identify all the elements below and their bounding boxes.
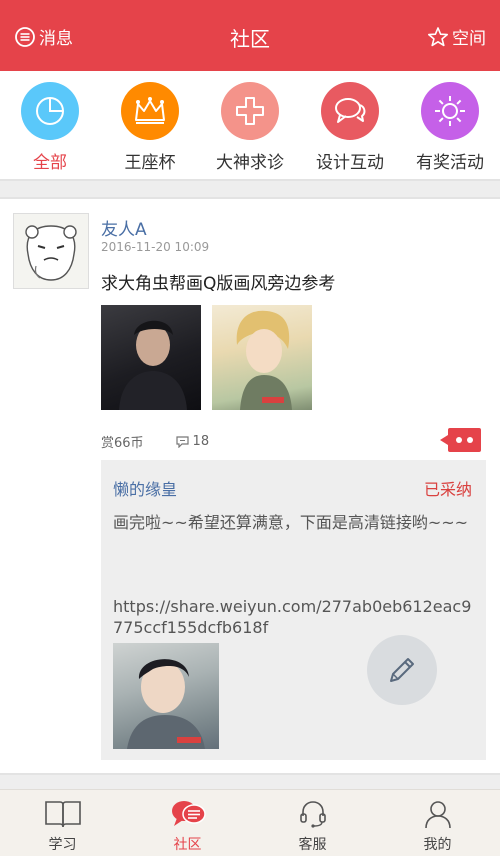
tab-customer-service[interactable]: 客服 (250, 790, 375, 856)
more-dot-icon (467, 437, 473, 443)
accepted-reply[interactable]: 懒的缘皇 已采纳 画完啦~~希望还算满意，下面是高清链接哟~~~ https:/… (101, 460, 486, 760)
category-label: 有奖活动 (416, 153, 484, 173)
category-all[interactable]: 全部 (0, 71, 100, 179)
medical-cross-icon (221, 82, 279, 140)
sun-icon (421, 82, 479, 140)
post-content: 求大角虫帮画Q版画风旁边参考 (101, 274, 336, 294)
pie-chart-icon (21, 82, 79, 140)
category-design-interaction[interactable]: 设计互动 (300, 71, 400, 179)
tab-community[interactable]: 社区 (125, 790, 250, 856)
comment-count-value: 18 (192, 434, 210, 449)
tab-label: 社区 (173, 837, 202, 853)
top-app-bar: 消息 社区 空间 (0, 0, 500, 71)
more-dot-icon (456, 437, 462, 443)
reply-author[interactable]: 懒的缘皇 (113, 476, 177, 500)
reply-link[interactable]: https://share.weiyun.com/277ab0eb612eac9… (113, 596, 473, 638)
book-icon (44, 799, 82, 829)
chat-bubbles-icon (321, 82, 379, 140)
more-options-button[interactable] (440, 428, 481, 452)
comment-icon (175, 435, 189, 448)
crown-icon (121, 82, 179, 140)
post-author[interactable]: 友人A (101, 215, 147, 240)
post-image-reference-drawing[interactable] (212, 305, 312, 410)
post-image-reference-photo[interactable] (101, 305, 201, 410)
headset-icon (298, 799, 328, 829)
tab-me[interactable]: 我的 (375, 790, 500, 856)
section-divider (0, 773, 500, 789)
star-icon (427, 26, 449, 46)
avatar[interactable] (13, 213, 89, 289)
reply-image[interactable] (113, 643, 219, 749)
pencil-icon (390, 658, 414, 682)
reward-amount: 赏66币 (101, 436, 144, 451)
category-throne-cup[interactable]: 王座杯 (100, 71, 200, 179)
category-label: 大神求诊 (216, 153, 284, 173)
category-bar: 全部 王座杯 大神求诊 设计互动 有奖活动 (0, 71, 500, 179)
category-label: 全部 (33, 153, 67, 173)
tab-study[interactable]: 学习 (0, 790, 125, 856)
bottom-tab-bar: 学习 社区 客服 我的 (0, 789, 500, 856)
tab-label: 学习 (48, 837, 77, 853)
tab-label: 我的 (423, 837, 452, 853)
adopted-badge: 已采纳 (423, 480, 472, 499)
space-button[interactable]: 空间 (427, 24, 486, 49)
category-label: 王座杯 (124, 153, 176, 173)
page-title: 社区 (230, 27, 270, 51)
tab-label: 客服 (298, 837, 327, 853)
category-reward-events[interactable]: 有奖活动 (400, 71, 500, 179)
category-label: 设计互动 (316, 153, 384, 173)
compose-post-button[interactable] (367, 635, 437, 705)
space-label: 空间 (452, 29, 486, 49)
section-divider (0, 179, 500, 199)
chat-icon (169, 799, 207, 829)
category-expert-help[interactable]: 大神求诊 (200, 71, 300, 179)
person-icon (423, 799, 453, 829)
reply-text: 画完啦~~希望还算满意，下面是高清链接哟~~~ (113, 513, 469, 532)
post-date: 2016-11-20 10:09 (101, 240, 210, 254)
post-stats: 赏66币 18 (101, 432, 209, 451)
comment-count[interactable]: 18 (175, 434, 210, 449)
